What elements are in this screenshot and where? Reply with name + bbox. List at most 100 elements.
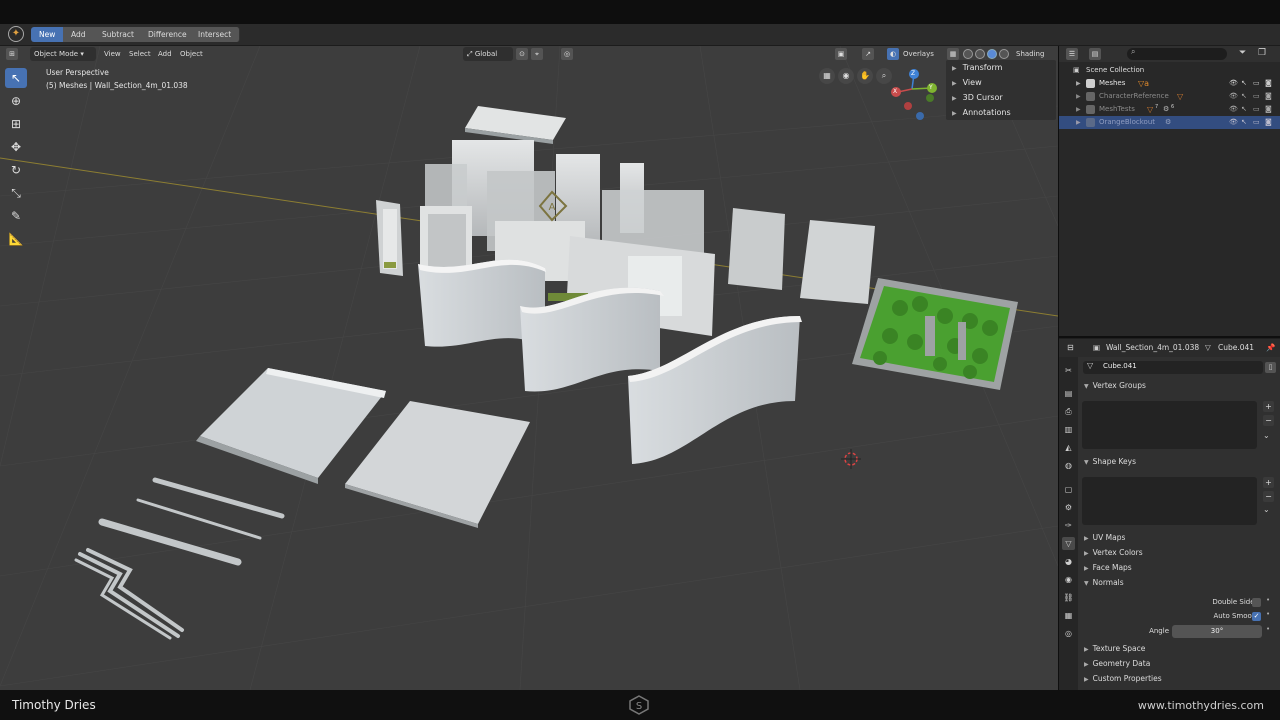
pan-hand-icon[interactable]: ✋: [857, 68, 873, 84]
filter-icon[interactable]: ⏷: [1239, 48, 1246, 58]
pin-icon[interactable]: 📌: [1266, 339, 1275, 357]
visibility-eye-icon[interactable]: 👁: [1229, 77, 1238, 90]
measure-tool-icon[interactable]: 📐: [5, 229, 27, 249]
viewport-display-icon[interactable]: ▭: [1253, 77, 1260, 90]
material-shading-icon[interactable]: [987, 49, 997, 59]
rotate-tool-icon[interactable]: ↻: [5, 160, 27, 180]
properties-editor-icon[interactable]: ⊟: [1067, 339, 1074, 357]
wireframe-shading-icon[interactable]: [963, 49, 973, 59]
editor-type-icon[interactable]: ⊞: [6, 48, 18, 60]
selectable-arrow-icon[interactable]: ↖: [1241, 103, 1247, 116]
gizmo-z-label[interactable]: Z: [911, 70, 915, 77]
render-camera-icon[interactable]: ◙: [1265, 103, 1272, 116]
viewport-display-icon[interactable]: ▭: [1253, 103, 1260, 116]
annotate-tool-icon[interactable]: ✎: [5, 206, 27, 226]
remove-vertex-group-button[interactable]: −: [1263, 415, 1274, 426]
zoom-icon[interactable]: ⌕: [876, 68, 892, 84]
toolbar-difference-button[interactable]: Difference: [140, 27, 196, 42]
particles-tab-icon[interactable]: ✑: [1062, 519, 1075, 532]
section-uv-maps[interactable]: ▶ UV Maps: [1079, 531, 1278, 545]
outliner-row-scene-collection[interactable]: ▣ Scene Collection: [1059, 64, 1280, 77]
selectable-arrow-icon[interactable]: ↖: [1241, 77, 1247, 90]
rendered-shading-icon[interactable]: [999, 49, 1009, 59]
overlays-icon[interactable]: ◐: [887, 48, 899, 60]
cursor-tool-icon[interactable]: ⊕: [5, 91, 27, 111]
section-texture-space[interactable]: ▶ Texture Space: [1079, 642, 1278, 656]
visibility-eye-icon[interactable]: 👁: [1229, 103, 1238, 116]
toolbar-add-button[interactable]: Add: [63, 27, 95, 42]
double-sided-checkbox[interactable]: [1252, 598, 1261, 607]
physics-tab-icon[interactable]: ◉: [1062, 573, 1075, 586]
transform-orientation-dropdown[interactable]: ⤢ Global: [463, 47, 513, 61]
section-custom-properties[interactable]: ▶ Custom Properties: [1079, 672, 1278, 686]
display-mode-icon[interactable]: ▤: [1089, 48, 1101, 60]
section-vertex-colors[interactable]: ▶ Vertex Colors: [1079, 546, 1278, 560]
fake-user-icon[interactable]: ▯: [1265, 362, 1276, 373]
vertex-groups-list[interactable]: [1082, 401, 1257, 449]
render-camera-icon[interactable]: ◙: [1265, 90, 1272, 103]
keyframe-dot-icon[interactable]: •: [1266, 610, 1270, 618]
3d-viewport[interactable]: A Z Y X ⊞ Object Mode ▾ View Select Add …: [0, 46, 1058, 690]
toolbar-subtract-button[interactable]: Subtract: [94, 27, 143, 42]
npanel-annotations[interactable]: ▶ Annotations: [946, 105, 1056, 120]
shape-key-menu-icon[interactable]: ⌄: [1263, 505, 1270, 514]
add-shape-key-button[interactable]: +: [1263, 477, 1274, 488]
mode-dropdown[interactable]: Object Mode ▾: [30, 47, 96, 61]
viewport-display-icon[interactable]: ▭: [1253, 116, 1260, 129]
section-normals[interactable]: ▼ Normals: [1079, 576, 1278, 590]
toolbar-new-button[interactable]: New: [31, 27, 65, 42]
tool-tab-icon[interactable]: ✂: [1062, 364, 1075, 377]
scale-tool-icon[interactable]: ⤡: [5, 183, 27, 203]
shape-keys-list[interactable]: [1082, 477, 1257, 525]
output-tab-icon[interactable]: ⎙: [1062, 405, 1075, 418]
outliner-search-input[interactable]: ⌕: [1127, 47, 1227, 60]
outliner-row-orangeblockout[interactable]: ▶ OrangeBlockout ⚙ 👁 ↖ ▭ ◙: [1059, 116, 1280, 129]
solid-shading-icon[interactable]: [975, 49, 985, 59]
shading-label[interactable]: Shading: [1016, 47, 1044, 61]
object-data-tab-icon[interactable]: ◎: [1062, 627, 1075, 640]
world-tab-icon[interactable]: ◍: [1062, 459, 1075, 472]
selectable-arrow-icon[interactable]: ↖: [1241, 116, 1247, 129]
toolbar-intersect-button[interactable]: Intersect: [190, 27, 241, 42]
npanel-3d-cursor[interactable]: ▶ 3D Cursor: [946, 90, 1056, 105]
mesh-data-field[interactable]: ▽ Cube.041: [1083, 361, 1263, 374]
section-shape-keys[interactable]: ▼ Shape Keys: [1079, 455, 1278, 469]
proportional-edit-icon[interactable]: ◎: [561, 48, 573, 60]
website-link[interactable]: www.timothydries.com: [1138, 699, 1264, 712]
render-tab-icon[interactable]: ▤: [1062, 387, 1075, 400]
render-camera-icon[interactable]: ◙: [1265, 116, 1272, 129]
move-tool-icon[interactable]: ✥: [5, 137, 27, 157]
menu-add[interactable]: Add: [158, 47, 172, 61]
angle-value-field[interactable]: 30°: [1172, 625, 1262, 638]
grid-view-icon[interactable]: ▦: [819, 68, 835, 84]
pivot-icon[interactable]: ⊙: [516, 48, 528, 60]
overlays-label[interactable]: Overlays: [903, 47, 934, 61]
visibility-eye-icon[interactable]: 👁: [1229, 90, 1238, 103]
section-geometry-data[interactable]: ▶ Geometry Data: [1079, 657, 1278, 671]
menu-view[interactable]: View: [104, 47, 121, 61]
active-tool-icon[interactable]: ✦: [8, 26, 24, 42]
section-vertex-groups[interactable]: ▼ Vertex Groups: [1079, 379, 1278, 393]
menu-select[interactable]: Select: [129, 47, 151, 61]
gizmo-y-label[interactable]: Y: [929, 84, 933, 91]
view-layer-tab-icon[interactable]: ▥: [1062, 423, 1075, 436]
outliner-row-meshes[interactable]: ▶ Meshes ▽a 👁 ↖ ▭ ◙: [1059, 77, 1280, 90]
gizmo-toggle-icon[interactable]: ↗: [862, 48, 874, 60]
section-face-maps[interactable]: ▶ Face Maps: [1079, 561, 1278, 575]
vertex-group-menu-icon[interactable]: ⌄: [1263, 431, 1270, 440]
outliner-editor-icon[interactable]: ☰: [1066, 48, 1078, 60]
render-camera-icon[interactable]: ◙: [1265, 77, 1272, 90]
transform-tool-icon[interactable]: ⊞: [5, 114, 27, 134]
menu-object[interactable]: Object: [180, 47, 203, 61]
modifiers-tab-icon[interactable]: ⚙: [1062, 501, 1075, 514]
snap-icon[interactable]: ⌖: [531, 48, 543, 60]
auto-smooth-checkbox[interactable]: ✓: [1252, 612, 1261, 621]
mesh-data-tab-icon[interactable]: ▽: [1062, 537, 1075, 550]
npanel-transform[interactable]: ▶ Transform: [946, 60, 1056, 75]
selectable-arrow-icon[interactable]: ↖: [1241, 90, 1247, 103]
visibility-eye-icon[interactable]: 👁: [1229, 116, 1238, 129]
view-object-types-icon[interactable]: ▣: [835, 48, 847, 60]
outliner-row-meshtests[interactable]: ▶ MeshTests ▽ 7 ⚙ 6 👁 ↖ ▭ ◙: [1059, 103, 1280, 116]
remove-shape-key-button[interactable]: −: [1263, 491, 1274, 502]
select-box-tool-icon[interactable]: ↖: [5, 68, 27, 88]
